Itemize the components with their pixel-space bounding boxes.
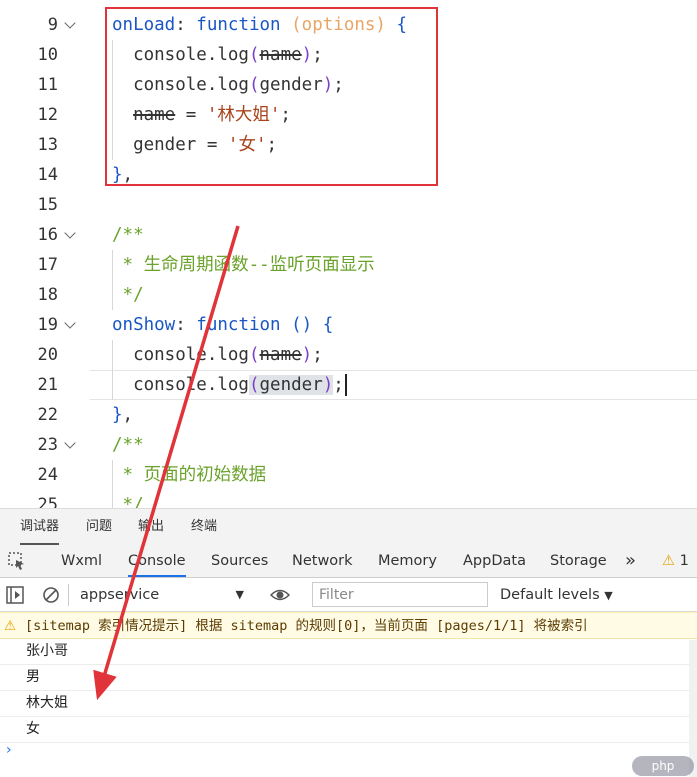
code-text: console.log(name); bbox=[112, 345, 323, 365]
context-select-value: appservice bbox=[80, 587, 160, 603]
bottom-panel-tabs: 调试器 问题 输出 终端 bbox=[0, 508, 697, 545]
code-line: 25 */ bbox=[0, 490, 697, 508]
code-line: 16 /** bbox=[0, 220, 697, 250]
inspect-element-icon[interactable] bbox=[7, 551, 27, 571]
fold-chevron-icon[interactable] bbox=[64, 317, 76, 329]
line-number: 16 bbox=[37, 225, 58, 245]
code-text: */ bbox=[112, 285, 144, 305]
toolbar-divider bbox=[68, 584, 69, 606]
console-log-row: 林大姐 bbox=[0, 691, 697, 717]
line-number: 19 bbox=[37, 315, 58, 335]
annotation-highlight-box bbox=[105, 7, 438, 186]
devtools-tabs: Wxml Console Sources Network Memory AppD… bbox=[0, 545, 697, 578]
tab-appdata[interactable]: AppData bbox=[463, 545, 526, 577]
warning-icon: ⚠ bbox=[662, 553, 675, 569]
tab-storage[interactable]: Storage bbox=[550, 545, 607, 577]
code-text: * 生命周期函数--监听页面显示 bbox=[112, 255, 375, 275]
code-text: console.log(gender); bbox=[112, 370, 347, 400]
tab-memory[interactable]: Memory bbox=[378, 545, 437, 577]
tab-problems[interactable]: 问题 bbox=[86, 509, 112, 545]
line-number: 25 bbox=[37, 495, 58, 508]
line-number: 9 bbox=[47, 15, 58, 35]
warning-count: 1 bbox=[679, 553, 689, 569]
code-editor[interactable]: 9 onLoad: function (options) {10 console.… bbox=[0, 0, 697, 508]
line-number: 23 bbox=[37, 435, 58, 455]
line-number: 18 bbox=[37, 285, 58, 305]
context-select[interactable]: appservice ▼ bbox=[80, 583, 250, 607]
code-text: /** bbox=[112, 225, 144, 245]
log-text: 男 bbox=[26, 669, 40, 685]
line-number: 21 bbox=[37, 375, 58, 395]
code-text: onShow: function () { bbox=[112, 315, 334, 335]
line-number: 15 bbox=[37, 195, 58, 215]
code-line: 18 */ bbox=[0, 280, 697, 310]
caret-down-icon: ▼ bbox=[235, 588, 244, 601]
tab-sources[interactable]: Sources bbox=[211, 545, 268, 577]
code-text: }, bbox=[112, 405, 134, 425]
console-log-row: 张小哥 bbox=[0, 639, 697, 665]
eye-icon[interactable] bbox=[269, 586, 291, 608]
code-line: 21 console.log(gender); bbox=[0, 370, 697, 400]
log-levels-label: Default levels bbox=[500, 587, 600, 603]
line-number: 20 bbox=[37, 345, 58, 365]
code-line: 20 console.log(name); bbox=[0, 340, 697, 370]
console-warning-message: ⚠ [sitemap 索引情况提示] 根据 sitemap 的规则[0]，当前页… bbox=[0, 612, 697, 639]
toggle-sidebar-icon[interactable] bbox=[6, 586, 24, 608]
code-line: 15 bbox=[0, 190, 697, 220]
log-text: 林大姐 bbox=[26, 695, 68, 711]
code-line: 19 onShow: function () { bbox=[0, 310, 697, 340]
code-line: 22}, bbox=[0, 400, 697, 430]
code-line: 24 * 页面的初始数据 bbox=[0, 460, 697, 490]
line-number: 24 bbox=[37, 465, 58, 485]
tab-console[interactable]: Console bbox=[128, 545, 186, 577]
clear-console-icon[interactable] bbox=[42, 586, 60, 608]
console-log-row: 女 bbox=[0, 717, 697, 743]
code-line: 17 * 生命周期函数--监听页面显示 bbox=[0, 250, 697, 280]
fold-chevron-icon[interactable] bbox=[64, 227, 76, 239]
code-line: 23 /** bbox=[0, 430, 697, 460]
line-number: 12 bbox=[37, 105, 58, 125]
log-levels-dropdown[interactable]: Default levels ▼ bbox=[500, 578, 613, 612]
tab-output[interactable]: 输出 bbox=[138, 509, 164, 545]
filter-input[interactable] bbox=[312, 582, 488, 607]
warning-counter[interactable]: ⚠ 1 bbox=[662, 545, 689, 577]
line-number: 10 bbox=[37, 45, 58, 65]
line-number: 17 bbox=[37, 255, 58, 275]
watermark-logo: php bbox=[632, 756, 694, 776]
warning-text: [sitemap 索引情况提示] 根据 sitemap 的规则[0]，当前页面 … bbox=[25, 618, 588, 634]
console-scrollbar[interactable] bbox=[689, 640, 697, 777]
log-text: 张小哥 bbox=[26, 643, 68, 659]
line-number: 13 bbox=[37, 135, 58, 155]
tab-terminal[interactable]: 终端 bbox=[191, 509, 217, 545]
console-toolbar: appservice ▼ Default levels ▼ bbox=[0, 578, 697, 612]
log-text: 女 bbox=[26, 721, 40, 737]
more-tabs-button[interactable]: » bbox=[625, 545, 636, 577]
line-number: 14 bbox=[37, 165, 58, 185]
console-prompt[interactable]: › bbox=[6, 742, 12, 758]
caret-down-icon: ▼ bbox=[604, 589, 613, 602]
line-number: 11 bbox=[37, 75, 58, 95]
code-text: * 页面的初始数据 bbox=[112, 465, 267, 485]
warning-icon: ⚠ bbox=[4, 618, 17, 634]
code-text: /** bbox=[112, 435, 144, 455]
tab-debugger[interactable]: 调试器 bbox=[20, 509, 60, 545]
fold-chevron-icon[interactable] bbox=[64, 437, 76, 449]
line-number: 22 bbox=[37, 405, 58, 425]
tab-wxml[interactable]: Wxml bbox=[61, 545, 102, 577]
console-log-row: 男 bbox=[0, 665, 697, 691]
tab-network[interactable]: Network bbox=[292, 545, 353, 577]
code-text: */ bbox=[112, 495, 144, 508]
fold-chevron-icon[interactable] bbox=[64, 17, 76, 29]
